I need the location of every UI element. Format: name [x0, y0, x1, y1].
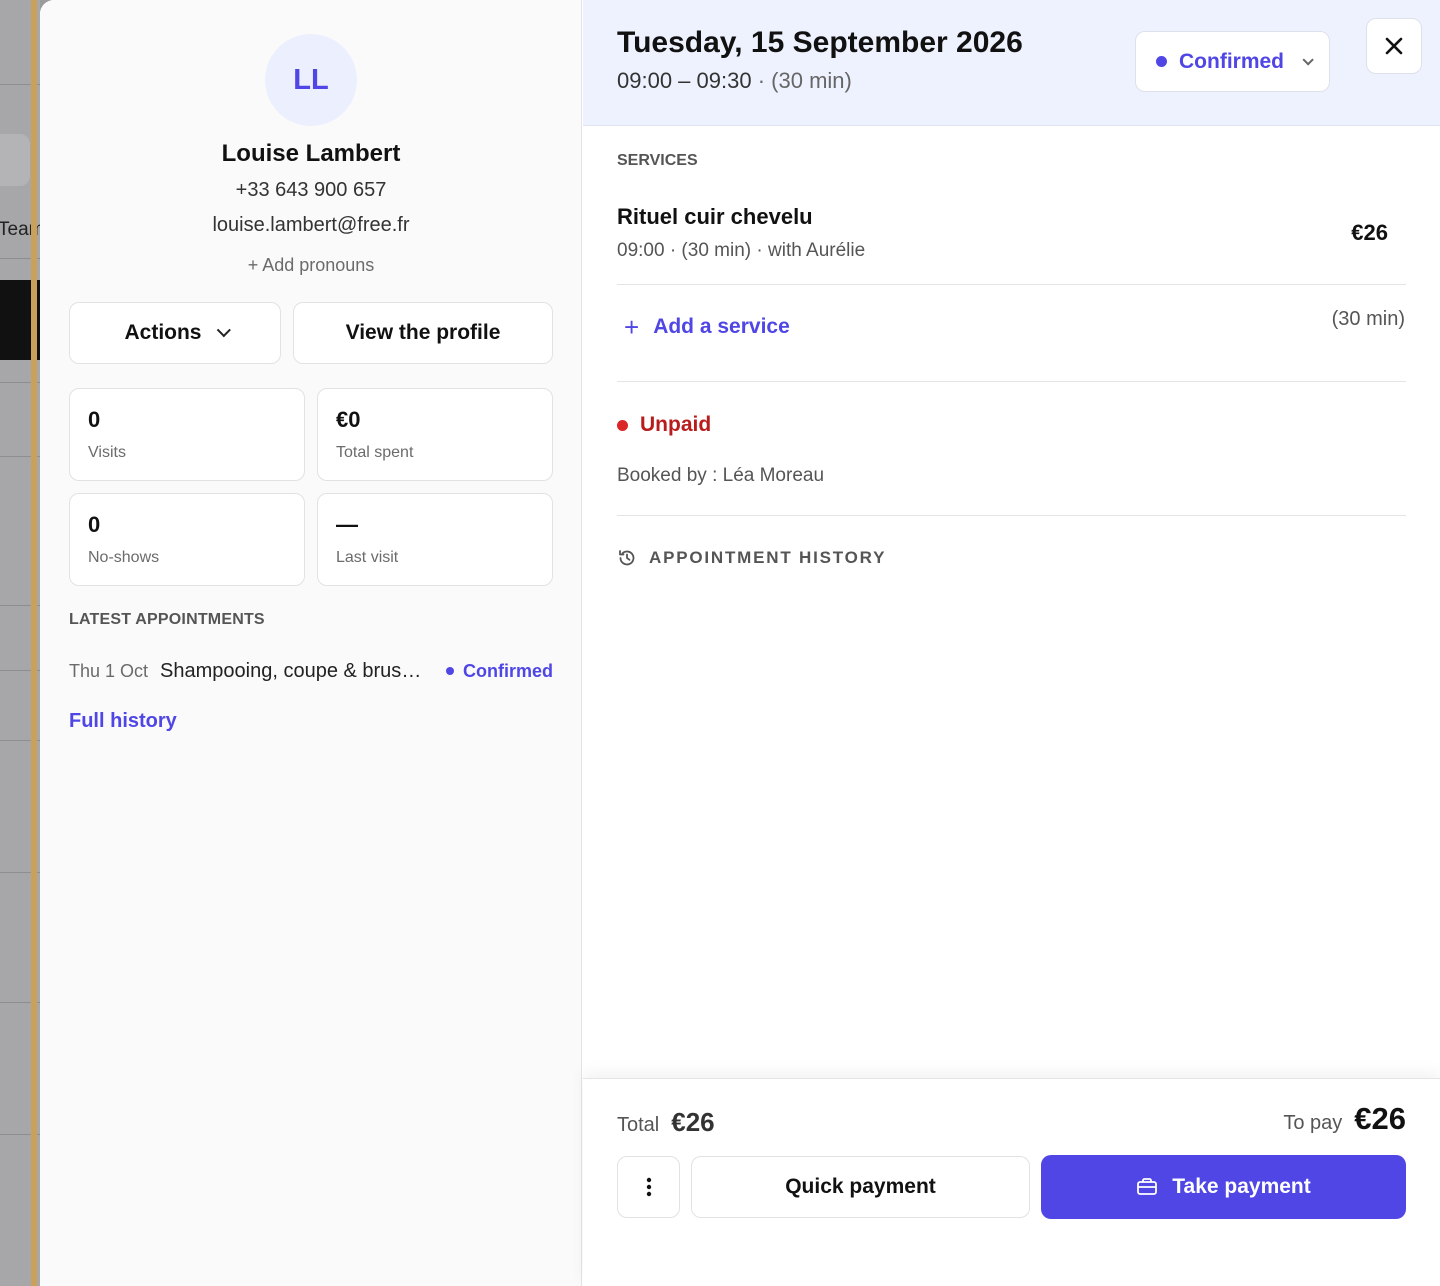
client-email: louise.lambert@free.fr: [212, 214, 410, 236]
to-pay-label: To pay: [1283, 1112, 1343, 1134]
stat-value: 0: [88, 512, 101, 537]
chevron-down-icon: [1302, 53, 1314, 66]
service-price: €26: [1351, 220, 1388, 245]
plus-icon: +: [624, 312, 640, 342]
close-icon: [1385, 37, 1403, 55]
status-dot-icon: [1156, 56, 1167, 67]
actions-button[interactable]: Actions: [69, 302, 281, 364]
background-pill: [0, 134, 30, 186]
latest-appointments-title: LATEST APPOINTMENTS: [69, 611, 265, 628]
appointment-status-label: Confirmed: [463, 660, 553, 681]
appointment-panel: LL Louise Lambert +33 643 900 657 louise…: [40, 0, 1440, 1286]
take-payment-label: Take payment: [1172, 1175, 1311, 1198]
stat-label: No-shows: [88, 549, 160, 566]
wallet-icon: [1137, 1178, 1158, 1195]
payment-footer: Total €26 To pay €26 Quick payment Take …: [583, 1078, 1440, 1286]
background-calendar: Team: [0, 0, 40, 1286]
to-pay-summary: To pay €26: [1283, 1101, 1406, 1137]
panel-edge-accent: [31, 0, 37, 1286]
stat-value: €0: [336, 407, 361, 432]
avatar: LL: [265, 34, 357, 126]
appointment-service: Shampooing, coupe & brushing: [160, 659, 433, 682]
services-title: SERVICES: [617, 152, 698, 169]
total-summary: Total €26: [617, 1107, 715, 1138]
full-history-link[interactable]: Full history: [69, 710, 177, 733]
appointment-time: 09:00 – 09:30 · (30 min): [617, 68, 852, 93]
close-button[interactable]: [1366, 18, 1422, 74]
payment-status: Unpaid: [617, 413, 711, 437]
appointment-history-label: APPOINTMENT HISTORY: [649, 548, 887, 567]
appointment-date: Thu 1 Oct: [69, 660, 149, 681]
add-service-button[interactable]: + Add a service: [624, 314, 790, 340]
stat-card-visits: 0 Visits: [69, 388, 305, 481]
actions-button-label: Actions: [124, 321, 202, 344]
stat-card-no-shows: 0 No-shows: [69, 493, 305, 586]
booked-by: Booked by : Léa Moreau: [617, 465, 825, 486]
status-dropdown[interactable]: Confirmed: [1135, 31, 1330, 92]
appointment-header: Tuesday, 15 September 2026 09:00 – 09:30…: [583, 0, 1440, 126]
stat-label: Last visit: [336, 549, 399, 566]
history-icon: [619, 550, 635, 566]
total-value: €26: [671, 1107, 715, 1137]
divider: [617, 381, 1406, 382]
client-name: Louise Lambert: [221, 140, 401, 167]
status-dropdown-value: Confirmed: [1179, 49, 1284, 73]
stat-label: Total spent: [336, 444, 414, 461]
chevron-down-icon: [216, 323, 231, 338]
appointment-date-title: Tuesday, 15 September 2026: [617, 26, 1023, 59]
service-name: Rituel cuir chevelu: [617, 204, 813, 229]
add-service-duration: (30 min): [1331, 308, 1405, 330]
stat-value: 0: [88, 407, 101, 432]
more-options-button[interactable]: [617, 1156, 680, 1218]
to-pay-value: €26: [1354, 1101, 1406, 1136]
appointment-duration: (30 min): [771, 68, 852, 93]
stat-card-last-visit: — Last visit: [317, 493, 553, 586]
status-dot-icon: [446, 667, 454, 675]
stat-value: —: [336, 512, 358, 537]
divider: [617, 284, 1406, 285]
stat-label: Visits: [88, 444, 126, 461]
take-payment-button[interactable]: Take payment: [1041, 1155, 1406, 1219]
quick-payment-button[interactable]: Quick payment: [691, 1156, 1030, 1218]
latest-appointment-row[interactable]: Thu 1 Oct Shampooing, coupe & brushing C…: [69, 656, 553, 686]
appointment-column: Tuesday, 15 September 2026 09:00 – 09:30…: [583, 0, 1440, 1286]
view-profile-button[interactable]: View the profile: [293, 302, 553, 364]
client-column: LL Louise Lambert +33 643 900 657 louise…: [40, 0, 582, 1286]
service-meta: 09:00 · (30 min) · with Aurélie: [617, 240, 866, 261]
appointment-status: Confirmed: [446, 661, 553, 682]
payment-status-label: Unpaid: [640, 413, 712, 436]
divider: [617, 515, 1406, 516]
add-pronouns-link[interactable]: + Add pronouns: [40, 255, 582, 276]
more-vertical-icon: [646, 1177, 651, 1197]
status-dot-icon: [617, 419, 628, 431]
appointment-history-toggle[interactable]: APPOINTMENT HISTORY: [617, 548, 886, 568]
client-phone: +33 643 900 657: [235, 179, 387, 201]
stat-card-total-spent: €0 Total spent: [317, 388, 553, 481]
appointment-time-range: 09:00 – 09:30: [617, 68, 752, 93]
add-service-label: Add a service: [653, 315, 790, 338]
total-label: Total: [617, 1114, 660, 1136]
